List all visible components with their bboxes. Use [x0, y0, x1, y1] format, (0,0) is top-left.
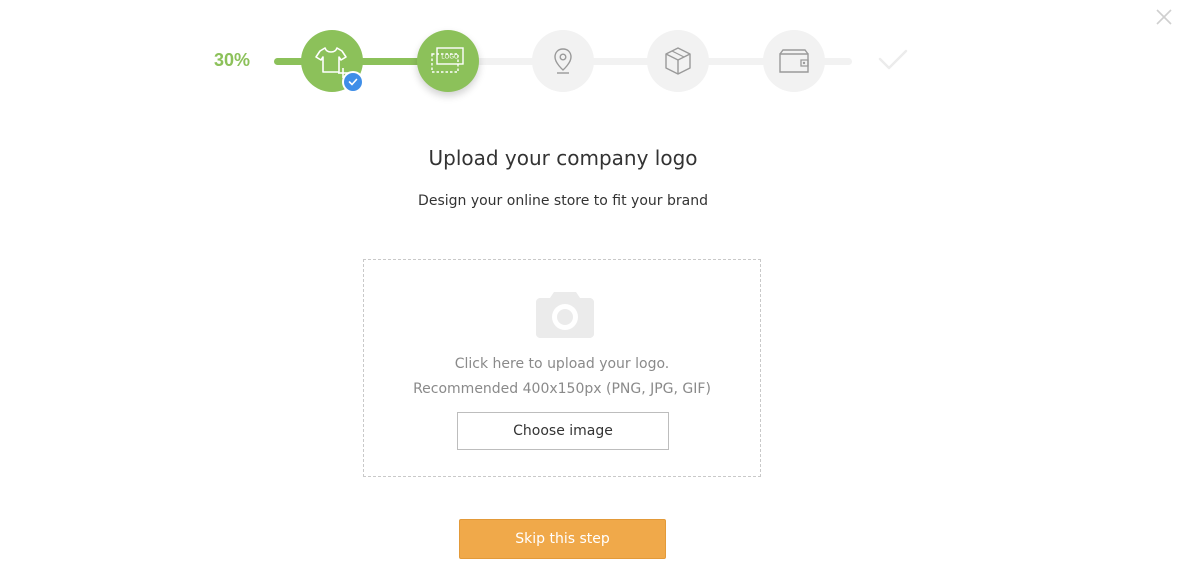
logo-upload-icon: LOGO [431, 47, 464, 73]
svg-text:LOGO: LOGO [441, 55, 459, 61]
box-icon [665, 47, 691, 75]
location-pin-icon [554, 48, 572, 74]
progress-percent: 30% [214, 50, 251, 70]
checkmark-icon [878, 49, 908, 70]
page-title: Upload your company logo [428, 146, 698, 170]
step-shipping[interactable] [647, 30, 709, 92]
upload-hint-primary: Click here to upload your logo. [454, 356, 670, 372]
step-product[interactable] [301, 30, 364, 93]
choose-image-button[interactable]: Choose image [457, 412, 669, 450]
step-logo[interactable]: LOGO [417, 30, 479, 92]
logo-upload-dropzone[interactable]: Click here to upload your logo. Recommen… [363, 259, 761, 477]
step-location[interactable] [532, 30, 594, 92]
close-icon[interactable] [1154, 7, 1174, 27]
upload-hint-secondary: Recommended 400x150px (PNG, JPG, GIF) [413, 381, 711, 397]
completed-check-icon [342, 71, 364, 93]
page-subtitle: Design your online store to fit your bra… [418, 193, 708, 209]
camera-icon [536, 292, 594, 338]
step-payment[interactable] [763, 30, 825, 92]
wallet-icon [779, 49, 809, 73]
skip-step-button[interactable]: Skip this step [459, 519, 666, 559]
